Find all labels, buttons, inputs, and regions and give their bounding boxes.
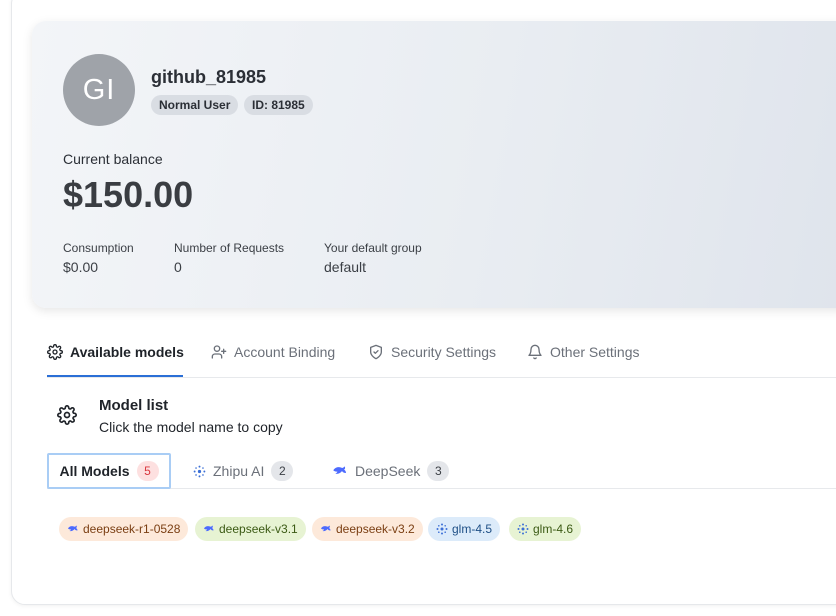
tab-account-binding[interactable]: Account Binding: [211, 341, 335, 363]
zhipu-icon: [517, 523, 529, 535]
model-list-subtitle: Click the model name to copy: [99, 419, 283, 435]
consumption-label: Consumption: [63, 241, 134, 255]
tab-label: Other Settings: [550, 344, 640, 360]
model-name: glm-4.5: [452, 522, 493, 536]
deepseek-whale-icon: [204, 525, 214, 532]
filter-label: Zhipu AI: [213, 463, 265, 479]
tab-available-models[interactable]: Available models: [47, 341, 184, 363]
tab-label: Account Binding: [234, 344, 336, 360]
avatar: GI: [63, 54, 135, 126]
filter-label: All Models: [59, 463, 130, 479]
shield-icon: [370, 344, 382, 360]
model-list-title: Model list: [99, 397, 169, 414]
bell-icon: [528, 344, 542, 360]
model-name: deepseek-v3.2: [336, 522, 415, 536]
filter-count: 2: [271, 461, 294, 481]
filter-all-models[interactable]: All Models 5: [47, 453, 171, 489]
username: github_81985: [151, 67, 267, 87]
deepseek-whale-icon: [68, 525, 78, 532]
model-name: glm-4.6: [533, 522, 574, 536]
model-chip-glm-4-6[interactable]: glm-4.6: [509, 517, 582, 541]
filter-deepseek[interactable]: DeepSeek 3: [332, 453, 450, 489]
tab-security-settings[interactable]: Security Settings: [368, 341, 496, 363]
model-chip-deepseek-r1-0528[interactable]: deepseek-r1-0528: [59, 517, 189, 541]
tab-label: Available models: [70, 344, 184, 360]
filter-count: 5: [136, 461, 159, 481]
requests-label: Number of Requests: [174, 241, 285, 255]
deepseek-whale-icon: [321, 525, 331, 532]
active-tab-indicator: [47, 375, 183, 377]
role-badge: Normal User: [151, 95, 239, 115]
requests-value: 0: [174, 259, 182, 275]
filter-label: DeepSeek: [355, 463, 421, 479]
model-chip-glm-4-5[interactable]: glm-4.5: [428, 517, 501, 541]
user-plus-icon: [211, 345, 227, 359]
model-chip-deepseek-v3-1[interactable]: deepseek-v3.1: [195, 517, 306, 541]
balance-value: $150.00: [63, 174, 194, 215]
tab-other-settings[interactable]: Other Settings: [527, 341, 640, 363]
tab-label: Security Settings: [391, 344, 497, 360]
model-name: deepseek-r1-0528: [83, 522, 181, 536]
balance-label: Current balance: [63, 151, 163, 167]
default-group-label: Your default group: [324, 241, 422, 255]
tabs-divider: [47, 377, 836, 378]
consumption-value: $0.00: [63, 259, 99, 275]
filter-count: 3: [427, 461, 450, 481]
gear-icon: [57, 405, 77, 425]
gear-icon: [47, 344, 63, 360]
model-name: deepseek-v3.1: [219, 522, 298, 536]
filter-zhipu-ai[interactable]: Zhipu AI 2: [193, 453, 294, 489]
zhipu-icon: [436, 523, 448, 535]
id-badge: ID: 81985: [244, 95, 313, 115]
model-chip-deepseek-v3-2[interactable]: deepseek-v3.2: [312, 517, 423, 541]
zhipu-icon: [193, 465, 206, 477]
default-group-value: default: [324, 259, 367, 275]
deepseek-whale-icon: [333, 466, 346, 474]
